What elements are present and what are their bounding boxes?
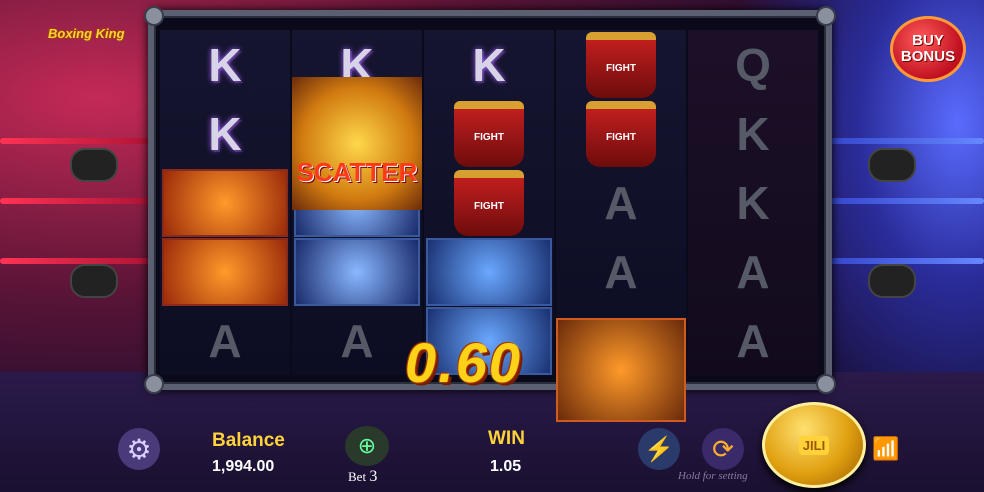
ring-rope: [0, 258, 160, 264]
reel-2: K A SCATTER: [292, 30, 422, 375]
bet-indicator: Bet 3: [348, 468, 377, 486]
game-logo: Boxing King: [48, 26, 125, 41]
win-value: 1.05: [490, 458, 522, 475]
symbol-k: K: [472, 38, 506, 91]
ring-post: [868, 264, 916, 298]
win-popup: 0.60: [405, 331, 522, 394]
reel-1: K K A: [160, 30, 290, 375]
symbol-a: A: [736, 314, 770, 367]
ring-post: [70, 148, 118, 182]
autoplay-icon[interactable]: ⟳: [702, 428, 744, 470]
frame-bolt: [816, 6, 836, 26]
reel-3: K FIGHT FIGHT: [424, 30, 554, 375]
shorts-symbol: FIGHT: [454, 169, 524, 236]
reel-grid: K K A K A SCATTER K FIGHT FIGHT FIGHT FI…: [160, 30, 820, 422]
glove-symbol: [162, 237, 288, 306]
spin-button[interactable]: JILI: [762, 402, 866, 488]
frame-bolt: [816, 374, 836, 394]
ring-post: [868, 148, 916, 182]
scatter-label: SCATTER: [296, 157, 418, 187]
symbol-a: A: [208, 314, 242, 367]
wifi-icon: 📶: [872, 436, 900, 461]
scatter-symbol: SCATTER: [292, 77, 422, 210]
glove-symbol: [162, 168, 288, 237]
win-label: WIN: [488, 428, 525, 449]
symbol-a: A: [604, 176, 638, 229]
bet-value: 3: [369, 468, 378, 485]
frame-bolt: [144, 374, 164, 394]
reel-4: FIGHT FIGHT A A: [556, 30, 686, 422]
frame-bolt: [144, 6, 164, 26]
balance-value: 1,994.00: [212, 458, 275, 475]
buy-bonus-button[interactable]: BUY BONUS: [890, 16, 966, 82]
buy-bonus-line2: BONUS: [900, 48, 956, 65]
ring-post: [70, 264, 118, 298]
buy-bonus-line1: BUY: [912, 32, 944, 49]
balance-label: Balance: [212, 430, 285, 451]
shorts-symbol: FIGHT: [586, 100, 656, 167]
symbol-k: K: [736, 176, 770, 229]
hold-hint: Hold for setting: [678, 470, 748, 482]
ring-rope: [824, 258, 984, 264]
lightning-boxer-symbol: [294, 237, 420, 306]
symbol-k: K: [208, 107, 242, 160]
fist-symbol: [426, 237, 552, 306]
bet-label: Bet: [348, 469, 367, 484]
symbol-a: A: [736, 245, 770, 298]
spin-label: JILI: [798, 435, 830, 455]
ring-rope: [0, 198, 160, 204]
symbol-a: A: [340, 314, 374, 367]
chips-icon[interactable]: ⊕: [345, 426, 389, 466]
symbol-q: Q: [735, 38, 771, 91]
ring-rope: [824, 198, 984, 204]
symbol-k: K: [736, 107, 770, 160]
gear-icon[interactable]: ⚙: [118, 428, 160, 470]
boxer-symbol: [556, 318, 686, 422]
shorts-symbol: FIGHT: [454, 100, 524, 167]
shorts-symbol: FIGHT: [586, 31, 656, 98]
ring-rope: [824, 138, 984, 144]
lightning-icon[interactable]: ⚡: [638, 428, 680, 470]
ring-rope: [0, 138, 160, 144]
symbol-a: A: [604, 245, 638, 298]
reel-5: Q K K A A: [688, 30, 818, 375]
symbol-k: K: [208, 38, 242, 91]
